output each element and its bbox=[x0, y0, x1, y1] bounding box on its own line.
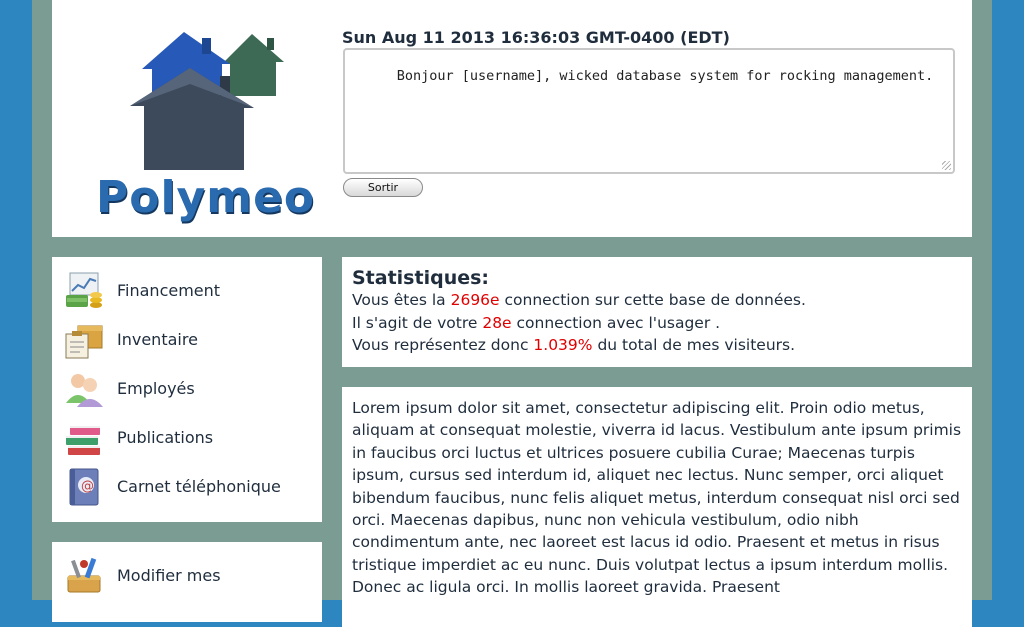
sidebar-item-publications[interactable]: Publications bbox=[62, 416, 312, 460]
stats-user-connection: Il s'agit de votre 28e connection avec l… bbox=[352, 314, 720, 332]
stats-text: du total de mes visiteurs. bbox=[592, 336, 796, 354]
stats-visitor-share: Vous représentez donc 1.039% du total de… bbox=[352, 336, 795, 354]
statistics-title: Statistiques: bbox=[352, 267, 490, 289]
polymeo-logo: Polymeo bbox=[72, 24, 332, 223]
finance-icon bbox=[66, 272, 102, 308]
logout-button[interactable]: Sortir bbox=[343, 178, 423, 197]
stats-text: Vous représentez donc bbox=[352, 336, 534, 354]
statistics-panel: Statistiques: Vous êtes la 2696e connect… bbox=[342, 257, 972, 367]
header-panel: Polymeo Sun Aug 11 2013 16:36:03 GMT-040… bbox=[52, 0, 972, 237]
inventory-icon bbox=[65, 325, 103, 359]
addressbook-icon: @ bbox=[69, 468, 99, 506]
books-icon bbox=[66, 426, 100, 455]
sidebar-item-modifier[interactable]: Modifier mes bbox=[62, 554, 312, 598]
resize-grip-icon[interactable] bbox=[942, 161, 951, 170]
sidebar-secondary-menu: Modifier mes bbox=[52, 542, 322, 622]
sidebar-item-label: Financement bbox=[117, 281, 221, 300]
sidebar-menu: Financement Inventaire Employés Publicat… bbox=[52, 257, 322, 522]
tools-icon bbox=[67, 557, 101, 593]
stats-text: connection avec l'usager . bbox=[511, 314, 721, 332]
stats-value-user: 28e bbox=[482, 314, 512, 332]
stats-connection-count: Vous êtes la 2696e connection sur cette … bbox=[352, 291, 806, 309]
datetime-display: Sun Aug 11 2013 16:36:03 GMT-0400 (EDT) bbox=[342, 28, 730, 47]
stats-text: connection sur cette base de données. bbox=[499, 291, 806, 309]
sidebar-item-label: Carnet téléphonique bbox=[117, 477, 281, 496]
stats-value-connection: 2696e bbox=[450, 291, 500, 309]
sidebar-item-inventaire[interactable]: Inventaire bbox=[62, 318, 312, 362]
logo-text: Polymeo bbox=[96, 172, 316, 223]
green-house-icon bbox=[222, 34, 284, 96]
sidebar-item-carnet[interactable]: @ Carnet téléphonique bbox=[62, 465, 312, 509]
page-frame: Polymeo Sun Aug 11 2013 16:36:03 GMT-040… bbox=[32, 0, 992, 627]
sidebar-item-financement[interactable]: Financement bbox=[62, 269, 312, 313]
message-text: Bonjour [username], wicked database syst… bbox=[396, 68, 934, 84]
stats-value-share: 1.039% bbox=[533, 336, 593, 354]
svg-text:@: @ bbox=[81, 479, 94, 494]
sidebar-item-employes[interactable]: Employés bbox=[62, 367, 312, 411]
content-panel: Lorem ipsum dolor sit amet, consectetur … bbox=[342, 387, 972, 627]
message-textarea[interactable]: Bonjour [username], wicked database syst… bbox=[343, 48, 955, 174]
body-text: Lorem ipsum dolor sit amet, consectetur … bbox=[352, 399, 962, 597]
sidebar-item-label: Inventaire bbox=[117, 330, 198, 349]
stats-text: Vous êtes la bbox=[352, 291, 451, 309]
sidebar-item-label: Publications bbox=[117, 428, 214, 447]
employees-icon bbox=[66, 374, 103, 407]
sidebar-item-label: Employés bbox=[117, 379, 195, 398]
sidebar-item-label: Modifier mes bbox=[117, 566, 221, 585]
stats-text: Il s'agit de votre bbox=[352, 314, 483, 332]
